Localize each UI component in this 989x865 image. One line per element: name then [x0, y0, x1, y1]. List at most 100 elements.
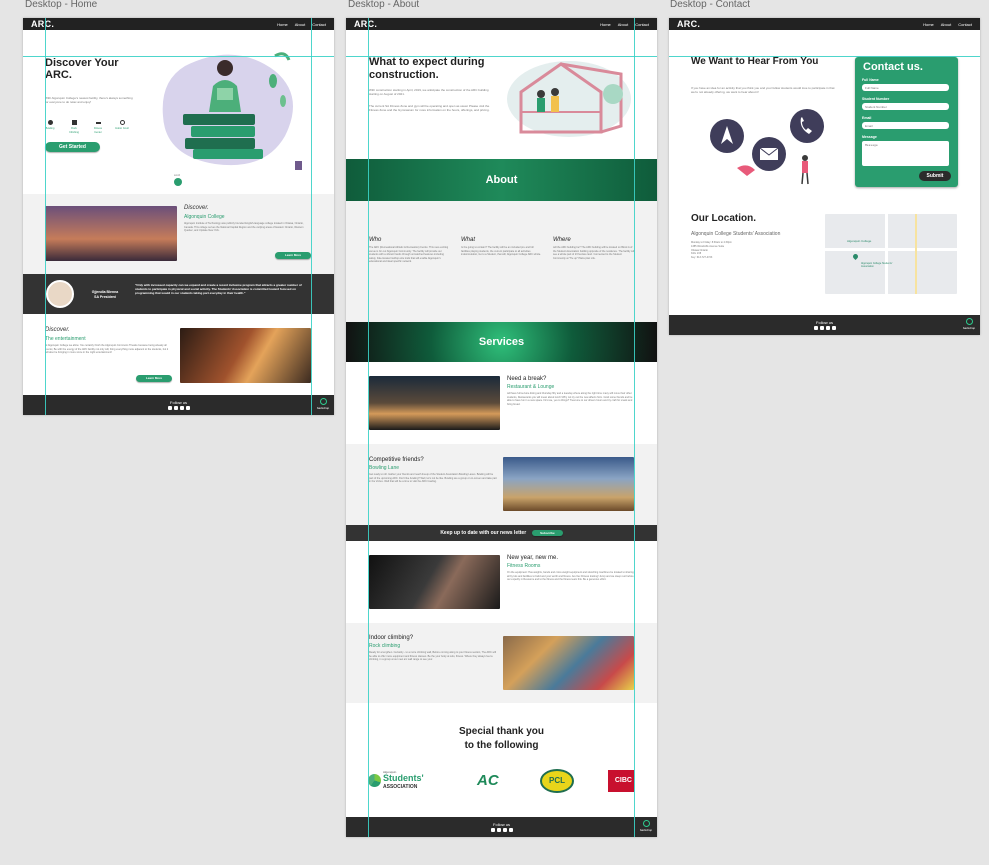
navbar: ARC. Home About Contact — [23, 18, 334, 30]
nav-home[interactable]: Home — [600, 22, 611, 27]
svc4-subtitle: Rock climbing — [369, 643, 401, 649]
climbing-photo — [503, 636, 634, 690]
twitter-icon[interactable] — [825, 326, 830, 330]
learn-more-button-2[interactable]: Learn More — [136, 375, 172, 382]
facebook-icon[interactable] — [167, 406, 172, 410]
map-pin-icon — [851, 252, 860, 261]
artboard-home[interactable]: ARC. Home About Contact Discover Your AR… — [23, 18, 334, 415]
services-banner-title: Services — [478, 336, 525, 348]
facebook-icon[interactable] — [490, 828, 495, 832]
artboard-label-about[interactable]: Desktop - About — [348, 0, 419, 10]
student-number-label: Student Number — [862, 97, 890, 101]
svc3-title: New year, new me. — [507, 555, 559, 561]
services-banner: Services — [346, 322, 657, 362]
contact-hero-body: If you have an idea for an activity that… — [691, 86, 835, 94]
contact-hero-title: We Want to Hear From You — [691, 56, 819, 67]
youtube-icon[interactable] — [508, 828, 513, 832]
climbing-icon — [71, 120, 77, 125]
footer-follow: Follow us — [170, 400, 187, 405]
twitter-icon[interactable] — [179, 406, 184, 410]
footer: Follow us backdrop — [346, 817, 657, 837]
instagram-icon[interactable] — [819, 326, 824, 330]
scroll-label: scroll — [174, 174, 180, 177]
logo[interactable]: ARC. — [677, 19, 700, 29]
logo[interactable]: ARC. — [31, 19, 54, 29]
full-name-field[interactable] — [862, 84, 949, 91]
about-hero-title: What to expect during construction. — [369, 56, 485, 81]
get-started-button[interactable]: Get Started — [45, 142, 100, 152]
court-icon — [119, 120, 125, 125]
nav-contact[interactable]: Contact — [958, 22, 972, 27]
location-map[interactable]: Algonquin College Algonquin College Stud… — [825, 214, 957, 294]
sponsor1-big: Students' — [383, 773, 424, 783]
scroll-down-icon[interactable] — [174, 178, 182, 186]
youtube-icon[interactable] — [185, 406, 190, 410]
sponsor-cibc[interactable]: CIBC — [608, 770, 634, 792]
quote-role: SA President — [94, 295, 116, 299]
about-hero-p1: With construction starting in April, 201… — [369, 88, 489, 96]
twitter-icon[interactable] — [502, 828, 507, 832]
discover2-subtitle: The entertainment — [45, 336, 86, 342]
contact-form-card: Contact us. Full Name Student Number Ema… — [855, 57, 958, 187]
layout-guide — [23, 56, 334, 57]
construction-illustration — [507, 61, 631, 137]
sponsor1-assoc: ASSOCIATION — [383, 784, 418, 790]
svc1-subtitle: Restaurant & Lounge — [507, 384, 555, 390]
sponsor-pcl[interactable]: PCL — [540, 769, 574, 793]
nav-about[interactable]: About — [618, 22, 628, 27]
nav-about[interactable]: About — [941, 22, 951, 27]
discover1-body: Algonquin Institute of Technology was pu… — [184, 222, 304, 232]
facebook-icon[interactable] — [813, 326, 818, 330]
svc2-body: Get ready to roll. Gather your friends a… — [369, 473, 497, 483]
who-body: The ARC (Recreational Athletic & Recreat… — [369, 246, 449, 263]
layout-guide — [368, 18, 369, 837]
hero-illustration — [162, 52, 302, 170]
fitness-photo — [369, 555, 500, 609]
sponsor-students-association[interactable]: Algonquin Students' ASSOCIATION — [368, 770, 440, 792]
nav-contact[interactable]: Contact — [312, 22, 326, 27]
sunset-photo — [45, 206, 177, 261]
footer: Follow us backdrop — [669, 315, 980, 335]
nav-home[interactable]: Home — [277, 22, 288, 27]
artboard-about[interactable]: ARC. Home About Contact What to expect d… — [346, 18, 657, 837]
layout-guide — [346, 56, 657, 57]
artboard-label-contact[interactable]: Desktop - Contact — [670, 0, 750, 10]
nav-contact[interactable]: Contact — [635, 22, 649, 27]
contact-form-title: Contact us. — [863, 61, 923, 73]
subscribe-button[interactable]: Subscribe — [532, 530, 563, 536]
svc3-subtitle: Fitness Rooms — [507, 563, 541, 569]
quote-name: Gjjendia Blenna — [91, 290, 119, 294]
svc1-body: will have full service dining and thursd… — [507, 392, 633, 406]
student-number-field[interactable] — [862, 103, 949, 110]
social-icons — [813, 326, 836, 330]
learn-more-button-1[interactable]: Learn More — [275, 252, 311, 259]
nav-about[interactable]: About — [295, 22, 305, 27]
layout-guide — [634, 18, 635, 837]
backdrop-badge: backdrop — [639, 820, 653, 832]
backdrop-badge: backdrop — [962, 318, 976, 330]
instagram-icon[interactable] — [496, 828, 501, 832]
newsletter-band: Keep up to date with our news letter Sub… — [346, 525, 657, 541]
where-title: Where — [553, 237, 571, 243]
artboard-label-home[interactable]: Desktop - Home — [25, 0, 97, 10]
youtube-icon[interactable] — [831, 326, 836, 330]
about-hero-p2: The current SA Fitness Zone and gym will… — [369, 104, 490, 112]
instagram-icon[interactable] — [173, 406, 178, 410]
feature-fitness: Fitness Center — [93, 127, 103, 134]
message-field[interactable] — [862, 141, 949, 166]
backdrop-logo-icon — [642, 820, 650, 827]
thanks-line2: to the following — [464, 740, 539, 751]
discover2-title: Discover. — [45, 327, 70, 333]
submit-button[interactable]: Submit — [919, 171, 951, 181]
nav-home[interactable]: Home — [923, 22, 934, 27]
location-title: Our Location. — [691, 213, 756, 224]
discover2-body: At Algonquin College we allow. You certa… — [45, 344, 169, 354]
footer: Follow us backdrop — [23, 395, 334, 415]
logo[interactable]: ARC. — [354, 19, 377, 29]
hero-subtitle: With Algonquin College's newest facility… — [45, 96, 133, 104]
sponsor-ac[interactable]: AC — [477, 772, 499, 789]
email-field[interactable] — [862, 122, 949, 129]
quote-text: "Only with increased capacity can we exp… — [135, 283, 302, 295]
feature-list: Bowling Rock Climbing Fitness Center Ind… — [43, 120, 129, 135]
artboard-contact[interactable]: ARC. Home About Contact We Want to Hear … — [669, 18, 980, 335]
